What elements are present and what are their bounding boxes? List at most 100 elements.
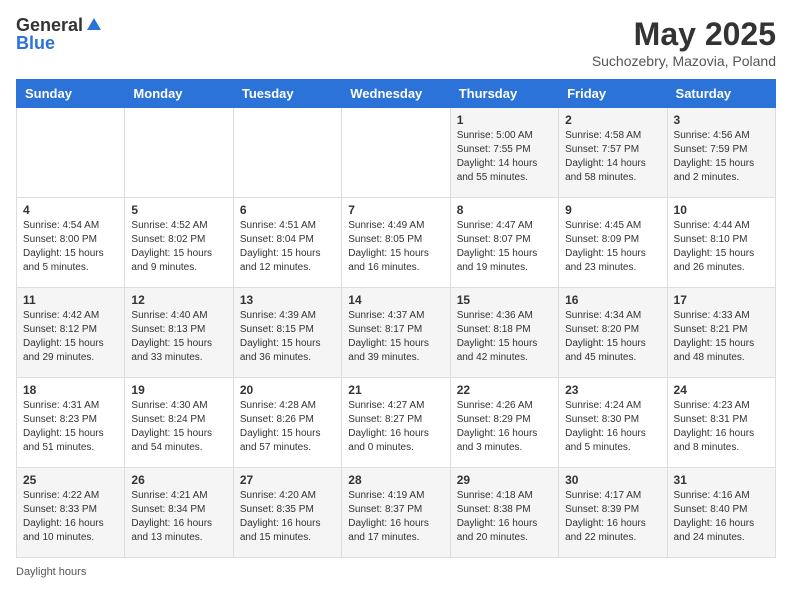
calendar-cell: 29 Sunrise: 4:18 AMSunset: 8:38 PMDayligh… <box>450 468 558 558</box>
day-number: 18 <box>23 383 118 397</box>
calendar-cell: 10Sunrise: 4:44 AMSunset: 8:10 PMDayligh… <box>667 198 775 288</box>
day-info: Sunrise: 4:44 AMSunset: 8:10 PMDaylight:… <box>674 219 769 275</box>
calendar-cell: 28 Sunrise: 4:19 AMSunset: 8:37 PMDayligh… <box>342 468 450 558</box>
calendar-cell: 16 Sunrise: 4:34 AMSunset: 8:20 PMDayligh… <box>559 288 667 378</box>
day-info: Sunrise: 4:51 AMSunset: 8:04 PMDaylight:… <box>240 219 335 275</box>
day-info: Sunrise: 4:16 AMSunset: 8:40 PMDaylight:… <box>674 489 769 545</box>
day-info: Sunrise: 4:58 AMSunset: 7:57 PMDaylight:… <box>565 129 660 185</box>
day-info: Sunrise: 4:21 AMSunset: 8:34 PMDaylight:… <box>131 489 226 545</box>
calendar-cell: 4 Sunrise: 4:54 AMSunset: 8:00 PMDaylight… <box>17 198 125 288</box>
calendar-cell: 8Sunrise: 4:47 AMSunset: 8:07 PMDaylight… <box>450 198 558 288</box>
day-info: Sunrise: 5:00 AMSunset: 7:55 PMDaylight:… <box>457 129 552 185</box>
day-number: 24 <box>674 383 769 397</box>
calendar-cell: 26 Sunrise: 4:21 AMSunset: 8:34 PMDayligh… <box>125 468 233 558</box>
calendar-cell: 24 Sunrise: 4:23 AMSunset: 8:31 PMDayligh… <box>667 378 775 468</box>
calendar-cell: 21 Sunrise: 4:27 AMSunset: 8:27 PMDayligh… <box>342 378 450 468</box>
location-subtitle: Suchozebry, Mazovia, Poland <box>592 53 776 69</box>
calendar-cell: 25Sunrise: 4:22 AMSunset: 8:33 PMDayligh… <box>17 468 125 558</box>
title-block: May 2025 Suchozebry, Mazovia, Poland <box>592 16 776 69</box>
calendar-cell: 27 Sunrise: 4:20 AMSunset: 8:35 PMDayligh… <box>233 468 341 558</box>
calendar-cell: 19Sunrise: 4:30 AMSunset: 8:24 PMDayligh… <box>125 378 233 468</box>
day-number: 26 <box>131 473 226 487</box>
logo-icon <box>85 16 103 34</box>
day-number: 28 <box>348 473 443 487</box>
calendar-cell: 18 Sunrise: 4:31 AMSunset: 8:23 PMDayligh… <box>17 378 125 468</box>
calendar-cell: 11Sunrise: 4:42 AMSunset: 8:12 PMDayligh… <box>17 288 125 378</box>
day-number: 11 <box>23 293 118 307</box>
day-number: 17 <box>674 293 769 307</box>
day-number: 25 <box>23 473 118 487</box>
calendar-day-header: Monday <box>125 80 233 108</box>
day-info: Sunrise: 4:28 AMSunset: 8:26 PMDaylight:… <box>240 399 335 455</box>
calendar-cell: 15 Sunrise: 4:36 AMSunset: 8:18 PMDayligh… <box>450 288 558 378</box>
calendar-week-row: 4 Sunrise: 4:54 AMSunset: 8:00 PMDaylight… <box>17 198 776 288</box>
day-info: Sunrise: 4:47 AMSunset: 8:07 PMDaylight:… <box>457 219 552 275</box>
day-info: Sunrise: 4:23 AMSunset: 8:31 PMDaylight:… <box>674 399 769 455</box>
day-info: Sunrise: 4:36 AMSunset: 8:18 PMDaylight:… <box>457 309 552 365</box>
month-title: May 2025 <box>592 16 776 53</box>
calendar-week-row: 25Sunrise: 4:22 AMSunset: 8:33 PMDayligh… <box>17 468 776 558</box>
calendar-cell: 7Sunrise: 4:49 AMSunset: 8:05 PMDaylight… <box>342 198 450 288</box>
day-info: Sunrise: 4:18 AMSunset: 8:38 PMDaylight:… <box>457 489 552 545</box>
calendar-day-header: Sunday <box>17 80 125 108</box>
calendar-week-row: 1 Sunrise: 5:00 AMSunset: 7:55 PMDaylight… <box>17 108 776 198</box>
day-info: Sunrise: 4:20 AMSunset: 8:35 PMDaylight:… <box>240 489 335 545</box>
logo-general: General <box>16 16 83 34</box>
day-info: Sunrise: 4:27 AMSunset: 8:27 PMDaylight:… <box>348 399 443 455</box>
day-number: 3 <box>674 113 769 127</box>
day-number: 29 <box>457 473 552 487</box>
day-number: 14 <box>348 293 443 307</box>
day-number: 4 <box>23 203 118 217</box>
calendar-table: SundayMondayTuesdayWednesdayThursdayFrid… <box>16 79 776 558</box>
logo: General Blue <box>16 16 105 54</box>
day-number: 7 <box>348 203 443 217</box>
calendar-cell: 13 Sunrise: 4:39 AMSunset: 8:15 PMDayligh… <box>233 288 341 378</box>
day-info: Sunrise: 4:52 AMSunset: 8:02 PMDaylight:… <box>131 219 226 275</box>
day-info: Sunrise: 4:19 AMSunset: 8:37 PMDaylight:… <box>348 489 443 545</box>
calendar-week-row: 11Sunrise: 4:42 AMSunset: 8:12 PMDayligh… <box>17 288 776 378</box>
calendar-cell: 30Sunrise: 4:17 AMSunset: 8:39 PMDayligh… <box>559 468 667 558</box>
calendar-cell <box>17 108 125 198</box>
day-number: 21 <box>348 383 443 397</box>
calendar-cell <box>342 108 450 198</box>
calendar-cell: 12Sunrise: 4:40 AMSunset: 8:13 PMDayligh… <box>125 288 233 378</box>
day-info: Sunrise: 4:37 AMSunset: 8:17 PMDaylight:… <box>348 309 443 365</box>
calendar-day-header: Wednesday <box>342 80 450 108</box>
calendar-cell: 1 Sunrise: 5:00 AMSunset: 7:55 PMDaylight… <box>450 108 558 198</box>
calendar-day-header: Thursday <box>450 80 558 108</box>
day-number: 6 <box>240 203 335 217</box>
calendar-day-header: Tuesday <box>233 80 341 108</box>
calendar-cell: 6 Sunrise: 4:51 AMSunset: 8:04 PMDaylight… <box>233 198 341 288</box>
day-number: 5 <box>131 203 226 217</box>
calendar-cell: 31 Sunrise: 4:16 AMSunset: 8:40 PMDayligh… <box>667 468 775 558</box>
calendar-cell: 3Sunrise: 4:56 AMSunset: 7:59 PMDaylight… <box>667 108 775 198</box>
day-number: 27 <box>240 473 335 487</box>
day-number: 1 <box>457 113 552 127</box>
calendar-cell: 23 Sunrise: 4:24 AMSunset: 8:30 PMDayligh… <box>559 378 667 468</box>
day-number: 13 <box>240 293 335 307</box>
day-number: 15 <box>457 293 552 307</box>
day-number: 22 <box>457 383 552 397</box>
calendar-cell: 17 Sunrise: 4:33 AMSunset: 8:21 PMDayligh… <box>667 288 775 378</box>
day-info: Sunrise: 4:24 AMSunset: 8:30 PMDaylight:… <box>565 399 660 455</box>
calendar-day-header: Saturday <box>667 80 775 108</box>
day-number: 16 <box>565 293 660 307</box>
day-number: 23 <box>565 383 660 397</box>
day-info: Sunrise: 4:31 AMSunset: 8:23 PMDaylight:… <box>23 399 118 455</box>
day-number: 2 <box>565 113 660 127</box>
day-info: Sunrise: 4:40 AMSunset: 8:13 PMDaylight:… <box>131 309 226 365</box>
calendar-cell: 9Sunrise: 4:45 AMSunset: 8:09 PMDaylight… <box>559 198 667 288</box>
calendar-header-row: SundayMondayTuesdayWednesdayThursdayFrid… <box>17 80 776 108</box>
day-number: 31 <box>674 473 769 487</box>
calendar-week-row: 18 Sunrise: 4:31 AMSunset: 8:23 PMDayligh… <box>17 378 776 468</box>
day-info: Sunrise: 4:54 AMSunset: 8:00 PMDaylight:… <box>23 219 118 275</box>
day-info: Sunrise: 4:39 AMSunset: 8:15 PMDaylight:… <box>240 309 335 365</box>
day-info: Sunrise: 4:34 AMSunset: 8:20 PMDaylight:… <box>565 309 660 365</box>
calendar-cell: 2 Sunrise: 4:58 AMSunset: 7:57 PMDaylight… <box>559 108 667 198</box>
logo-blue: Blue <box>16 33 55 53</box>
calendar-cell: 22Sunrise: 4:26 AMSunset: 8:29 PMDayligh… <box>450 378 558 468</box>
day-info: Sunrise: 4:33 AMSunset: 8:21 PMDaylight:… <box>674 309 769 365</box>
calendar-cell: 14 Sunrise: 4:37 AMSunset: 8:17 PMDayligh… <box>342 288 450 378</box>
calendar-cell: 5 Sunrise: 4:52 AMSunset: 8:02 PMDaylight… <box>125 198 233 288</box>
day-info: Sunrise: 4:17 AMSunset: 8:39 PMDaylight:… <box>565 489 660 545</box>
